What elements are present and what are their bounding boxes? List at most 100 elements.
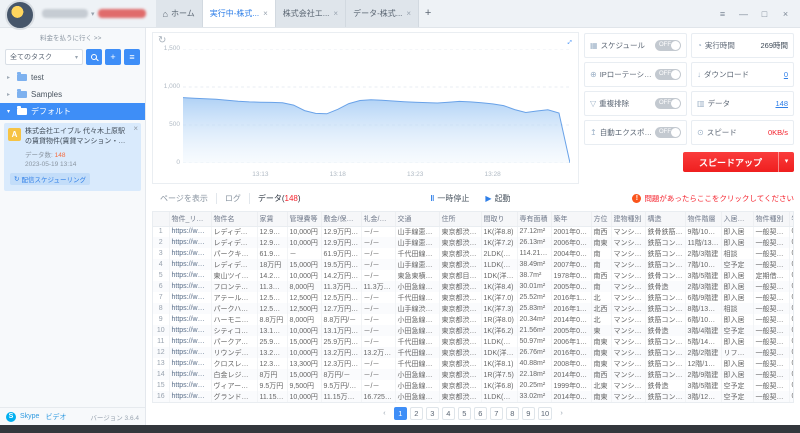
speed-up-button[interactable]: スピードアップ ▾ xyxy=(682,152,794,172)
table-row[interactable]: 3https://www...パークキューブ代々木富ヶ谷61.9万円－61.9万… xyxy=(153,248,793,259)
tab-data[interactable]: データ(148) xyxy=(250,193,309,204)
table-row[interactable]: 12https://www...リウンデル代々木上原13.2万円10,000円1… xyxy=(153,347,793,358)
tab-data[interactable]: データ-株式... × xyxy=(346,0,420,27)
property-link[interactable]: https://www... xyxy=(169,336,212,347)
tab-task[interactable]: 株式会社エ... × xyxy=(275,0,347,27)
cell: パークハビオ渋谷 xyxy=(211,303,258,314)
table-row[interactable]: 8https://www...パークハビオ渋谷12.5万円12,500円12.7… xyxy=(153,303,793,314)
task-filter-dropdown[interactable]: 全てのタスク ▾ xyxy=(5,49,83,65)
tab-view-pages[interactable]: ページを表示 xyxy=(152,192,217,204)
schedule-tag[interactable]: ↻ 配信スケジューリング xyxy=(10,172,90,185)
x-tick-label: 13:18 xyxy=(329,171,346,178)
table-row[interactable]: 15https://www...ヴィアーレ上原9.5万円9,500円9.5万円/… xyxy=(153,380,793,391)
property-link[interactable]: https://www... xyxy=(169,237,212,248)
page-4[interactable]: 4 xyxy=(441,407,455,420)
chevron-down-icon[interactable]: ▾ xyxy=(778,152,794,172)
close-icon[interactable]: × xyxy=(775,0,796,28)
pay-link[interactable]: 料金を払うに行く >> xyxy=(40,32,141,42)
new-tab-button[interactable]: + xyxy=(419,0,437,27)
close-icon[interactable]: × xyxy=(133,124,138,133)
table-row[interactable]: 6https://www...フロンティア代々木11.3万円8,000円11.3… xyxy=(153,281,793,292)
table-row[interactable]: 13https://www...クロスレジデンス代々木12.3万円13,300円… xyxy=(153,358,793,369)
cell: 1999年02月 xyxy=(551,380,592,391)
table-row[interactable]: 4https://www...レディディアマンテ18万円15,000円19.5万… xyxy=(153,259,793,270)
table-row[interactable]: 1https://www...レディディアマンテ12.9万円10,000円12.… xyxy=(153,226,793,237)
property-link[interactable]: https://www... xyxy=(169,292,212,303)
property-link[interactable]: https://www... xyxy=(169,248,212,259)
page-6[interactable]: 6 xyxy=(473,407,487,420)
property-link[interactable]: https://www... xyxy=(169,369,212,380)
start-button[interactable]: ▶ 起動 xyxy=(485,193,510,204)
sidebar-group-デフォルト[interactable]: ▾ デフォルト xyxy=(0,103,145,120)
pause-label: 一時停止 xyxy=(437,193,470,203)
prev-page-button[interactable]: ‹ xyxy=(378,407,391,420)
page-9[interactable]: 9 xyxy=(521,407,535,420)
property-link[interactable]: https://www... xyxy=(169,347,212,358)
cell: 南 xyxy=(591,259,612,270)
table-row[interactable]: 10https://www...シティコート上原13.1万円10,000円13.… xyxy=(153,325,793,336)
list-view-button[interactable]: ≡ xyxy=(124,49,140,65)
toggle-off[interactable]: OFF xyxy=(655,127,681,138)
table-row[interactable]: 14https://www...白金レジデンス8万円15,000円8万円/－－/… xyxy=(153,369,793,380)
toggle-off[interactable]: OFF xyxy=(655,69,681,80)
property-link[interactable]: https://www... xyxy=(169,259,212,270)
tab-close-icon[interactable]: × xyxy=(406,9,411,18)
page-8[interactable]: 8 xyxy=(505,407,519,420)
property-link[interactable]: https://www... xyxy=(169,281,212,292)
property-link[interactable]: https://www... xyxy=(169,226,212,237)
sidebar-group-Samples[interactable]: ▸ Samples xyxy=(0,86,145,103)
property-link[interactable]: https://www... xyxy=(169,303,212,314)
page-1[interactable]: 1 xyxy=(393,407,407,420)
tab-running[interactable]: 実行中-株式... × xyxy=(202,0,276,27)
page-5[interactable]: 5 xyxy=(457,407,471,420)
minimize-icon[interactable]: — xyxy=(733,0,754,28)
video-link[interactable]: ビデオ xyxy=(45,412,66,422)
tab-close-icon[interactable]: × xyxy=(333,9,338,18)
pause-button[interactable]: ‖ 一時停止 xyxy=(430,193,469,204)
promo-redacted[interactable] xyxy=(97,9,146,18)
next-page-button[interactable]: › xyxy=(555,407,568,420)
page-2[interactable]: 2 xyxy=(409,407,423,420)
toggle-off[interactable]: OFF xyxy=(655,40,681,51)
app-logo[interactable] xyxy=(5,0,35,30)
table-row[interactable]: 5https://www...東山ツインビル14.2万円10,000円14.2万… xyxy=(153,270,793,281)
toggle-off[interactable]: OFF xyxy=(655,98,681,109)
page-10[interactable]: 10 xyxy=(537,407,553,420)
property-link[interactable]: https://www... xyxy=(169,358,212,369)
cell: 11階/13階建 xyxy=(685,237,722,248)
property-link[interactable]: https://www... xyxy=(169,325,212,336)
tab-close-icon[interactable]: × xyxy=(263,9,268,18)
stat-cell-7: ⊙ スピード 0KB/s xyxy=(691,120,794,145)
property-link[interactable]: https://www... xyxy=(169,380,212,391)
table-row[interactable]: 9https://www...ハーモニア代々木八幡8.8万円8,000円8.8万… xyxy=(153,314,793,325)
menu-icon[interactable]: ≡ xyxy=(712,0,733,28)
cell: 10,000円 xyxy=(287,237,322,248)
property-link[interactable]: https://www... xyxy=(169,270,212,281)
sidebar-group-test[interactable]: ▸ test xyxy=(0,69,145,86)
skype-icon[interactable]: S xyxy=(6,411,16,422)
stat-value[interactable]: 148 xyxy=(775,99,788,108)
property-link[interactable]: https://www... xyxy=(169,314,212,325)
table-row[interactable]: 7https://www...アテールコート渋谷12.5万円12,500円12.… xyxy=(153,292,793,303)
page-7[interactable]: 7 xyxy=(489,407,503,420)
tab-log[interactable]: ログ xyxy=(217,192,250,204)
cell: 61.9万円/－ xyxy=(321,248,362,259)
table-row[interactable]: 11https://www...パークアクシス上原25.9万円15,000円25… xyxy=(153,336,793,347)
search-button[interactable] xyxy=(86,49,102,65)
stat-value[interactable]: 0 xyxy=(784,70,788,79)
task-card[interactable]: A × 株式会社エイブル 代々木上原駅の賃貸物件(賃貸マンション・アパート)|賃… xyxy=(4,123,141,191)
page-3[interactable]: 3 xyxy=(425,407,439,420)
cell: 東急東横線中目黒駅 徒歩8分 xyxy=(395,270,440,281)
issue-warning-link[interactable]: ! 問題があったらここをクリックしてください xyxy=(632,193,794,204)
skype-link[interactable]: Skype xyxy=(20,413,39,420)
cell: 2階/2階建 xyxy=(685,347,722,358)
maximize-icon[interactable]: □ xyxy=(754,0,775,28)
cell: シティコート上原 xyxy=(211,325,258,336)
add-group-button[interactable]: + xyxy=(105,49,121,65)
table-row[interactable]: 2https://www...レディディアマンテ12.9万円10,000円12.… xyxy=(153,237,793,248)
chevron-down-icon[interactable]: ▾ xyxy=(91,10,95,18)
expand-icon[interactable]: ↔ xyxy=(562,34,575,47)
property-link[interactable]: https://www... xyxy=(169,391,212,402)
tab-home[interactable]: ⌂ ホーム xyxy=(155,0,203,27)
table-row[interactable]: 16https://www...グランドメゾン上原11.15万円10,000円1… xyxy=(153,391,793,402)
